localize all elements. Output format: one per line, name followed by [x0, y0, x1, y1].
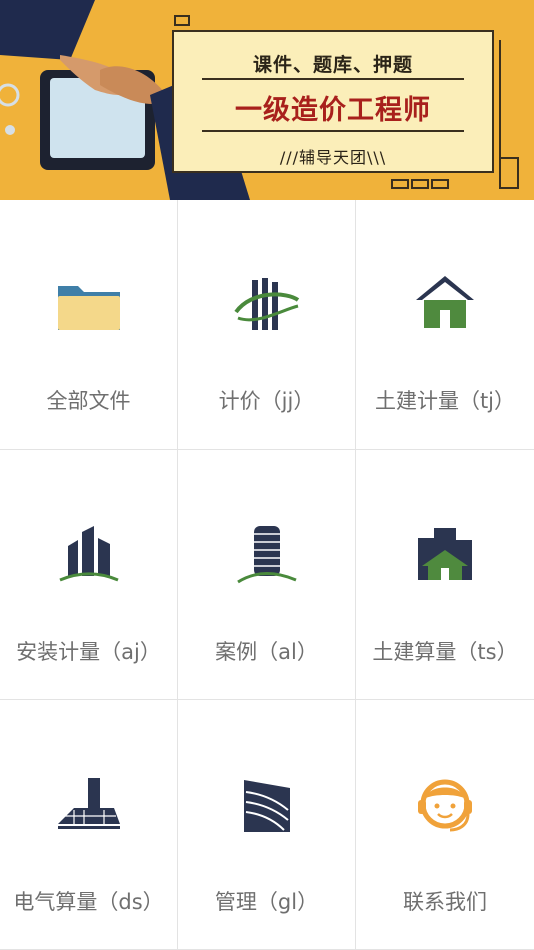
- factory-building-icon: [58, 778, 120, 829]
- stacked-building-icon: [244, 780, 290, 832]
- banner[interactable]: 课件、题库、押题 一级造价工程师 ///辅导天团\\\: [0, 0, 534, 200]
- round-tower-icon: [237, 526, 297, 584]
- grid-item-label: 土建算量（ts）: [372, 640, 518, 664]
- house-icon: [416, 276, 474, 328]
- building-swirl-icon: [234, 278, 300, 330]
- banner-tagline: ///辅导天团\\\: [279, 148, 387, 167]
- grid-item-al[interactable]: 案例（al）: [178, 450, 356, 700]
- grid-item-gl[interactable]: 管理（gl）: [178, 700, 356, 950]
- grid-item-ts[interactable]: 土建算量（ts）: [356, 450, 534, 700]
- divider: [202, 130, 464, 132]
- category-grid: 全部文件 计价（jj） 土建计量（tj） 安装计量（aj） 案例（al） 土建算…: [0, 200, 534, 950]
- grid-item-label: 管理（gl）: [214, 890, 319, 914]
- banner-subtitle: 课件、题库、押题: [252, 54, 413, 76]
- grid-item-ds[interactable]: 电气算量（ds）: [0, 700, 178, 950]
- grid-item-tj[interactable]: 土建计量（tj）: [356, 200, 534, 450]
- grid-item-aj[interactable]: 安装计量（aj）: [0, 450, 178, 700]
- grid-item-jj[interactable]: 计价（jj）: [178, 200, 356, 450]
- grid-item-label: 土建计量（tj）: [374, 389, 516, 413]
- grid-item-contact[interactable]: 联系我们: [356, 700, 534, 950]
- grid-item-label: 全部文件: [46, 389, 131, 413]
- folder-icon: [58, 286, 120, 330]
- grid-item-label: 安装计量（aj）: [16, 640, 161, 664]
- grid-item-label: 联系我们: [403, 890, 487, 914]
- headset-support-icon: [418, 779, 472, 832]
- banner-title: 一级造价工程师: [235, 95, 431, 126]
- grid-item-label: 计价（jj）: [218, 389, 315, 413]
- grid-item-label: 案例（al）: [215, 640, 318, 664]
- city-house-icon: [418, 528, 472, 580]
- grid-item-label: 电气算量（ds）: [13, 890, 164, 914]
- skyscraper-icon: [59, 526, 119, 582]
- grid-item-all-files[interactable]: 全部文件: [0, 200, 178, 450]
- divider: [202, 78, 464, 80]
- banner-card: 课件、题库、押题 一级造价工程师 ///辅导天团\\\: [172, 30, 494, 173]
